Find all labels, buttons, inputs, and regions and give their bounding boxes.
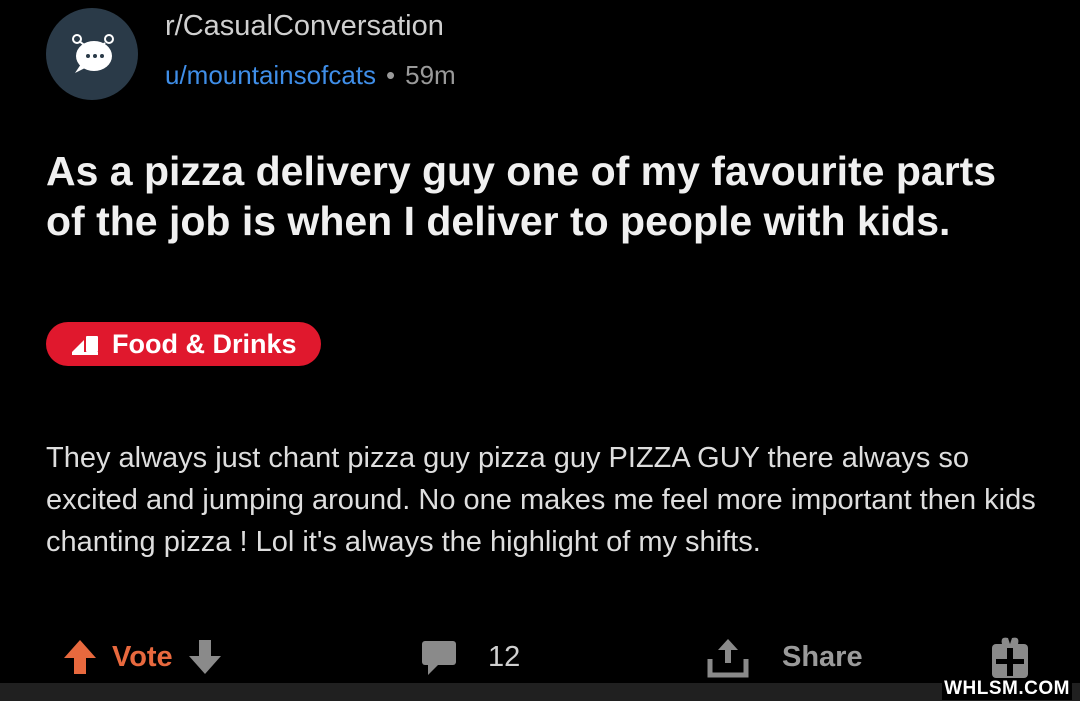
- comment-count: 12: [488, 640, 521, 673]
- comment-bubble-icon: [422, 641, 456, 675]
- watermark: WHLSM.COM: [942, 678, 1072, 700]
- award-gift-icon: [992, 637, 1028, 678]
- pizza-delivery-icon: [70, 332, 102, 356]
- bottom-divider: [0, 683, 1080, 701]
- post-actions-bar: Vote 12 Share: [0, 628, 1080, 686]
- subreddit-name[interactable]: r/CasualConversation: [165, 10, 444, 43]
- share-button[interactable]: Share: [706, 628, 863, 686]
- post-title[interactable]: As a pizza delivery guy one of my favour…: [46, 146, 1036, 246]
- share-icon: [707, 639, 749, 678]
- subreddit-avatar-icon: [72, 34, 114, 73]
- post-age: 59m: [405, 60, 456, 90]
- comments-button[interactable]: 12: [420, 628, 520, 686]
- upvote-arrow-icon[interactable]: [62, 638, 98, 676]
- downvote-arrow-icon[interactable]: [187, 638, 223, 676]
- vote-label: Vote: [112, 640, 173, 673]
- post-body: They always just chant pizza guy pizza g…: [46, 442, 1036, 558]
- post-flair[interactable]: Food & Drinks: [46, 322, 321, 366]
- vote-group: Vote: [62, 628, 223, 686]
- share-label: Share: [782, 640, 863, 673]
- subreddit-avatar[interactable]: [46, 8, 138, 100]
- flair-label: Food & Drinks: [112, 328, 297, 359]
- meta-separator: •: [386, 60, 396, 90]
- post-meta: u/mountainsofcats • 59m: [165, 60, 456, 91]
- author-link[interactable]: u/mountainsofcats: [165, 60, 376, 91]
